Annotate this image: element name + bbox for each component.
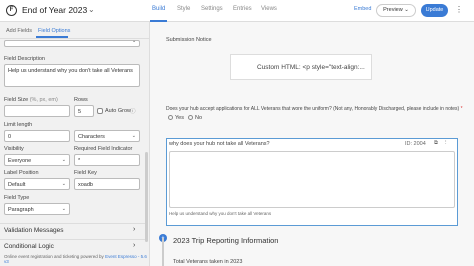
- question-text: Does your hub accept applications for AL…: [166, 106, 460, 112]
- chevron-down-icon: ⌄: [61, 206, 66, 212]
- required-indicator-label: Required Field Indicator: [74, 146, 133, 152]
- next-field-label: Total Veterans taken in 2023: [173, 259, 243, 265]
- footer-prefix: Online event registration and ticketing …: [4, 254, 104, 259]
- label-position-select[interactable]: Default ⌄: [4, 178, 70, 190]
- title-dropdown-chevron-icon[interactable]: ⌄: [88, 5, 95, 14]
- limit-length-label: Limit length: [4, 122, 33, 128]
- divider: [0, 223, 145, 224]
- tab-entries[interactable]: Entries: [233, 6, 252, 12]
- field-key-label: Field Key: [74, 170, 97, 176]
- sidebar-scrollbar[interactable]: [145, 152, 148, 242]
- more-options-icon[interactable]: ⋮: [455, 5, 463, 14]
- tabs-divider: [0, 38, 150, 39]
- radio-yes-label: Yes: [175, 115, 184, 121]
- chevron-down-icon: ⌄: [61, 157, 66, 163]
- field-id-label: ID: 2004: [405, 141, 426, 147]
- limit-unit-value: Characters: [78, 134, 105, 140]
- required-indicator-input[interactable]: *: [74, 154, 140, 166]
- field-key-input[interactable]: xoadb: [74, 178, 140, 190]
- tab-views[interactable]: Views: [261, 6, 277, 12]
- chevron-right-icon[interactable]: ›: [133, 242, 135, 249]
- visibility-select[interactable]: Everyone ⌄: [4, 154, 70, 166]
- field-size-label: Field Size (%, px, em): [4, 97, 58, 103]
- question-label: Does your hub accept applications for AL…: [166, 106, 466, 112]
- radio-no-label: No: [195, 115, 203, 121]
- top-bar: F End of Year 2023 ⌄ Build Style Setting…: [0, 0, 474, 22]
- embed-button[interactable]: Embed: [354, 6, 371, 12]
- visibility-value: Everyone: [8, 158, 32, 164]
- form-title[interactable]: End of Year 2023: [22, 5, 87, 15]
- limit-unit-select[interactable]: Characters ⌄: [74, 130, 140, 142]
- preview-button[interactable]: Preview ⌄: [376, 4, 416, 17]
- auto-grow-label: Auto Grow: [105, 108, 131, 114]
- update-button[interactable]: Update: [421, 4, 448, 17]
- previous-input-bottom[interactable]: [4, 40, 140, 47]
- limit-length-input[interactable]: 0: [4, 130, 70, 142]
- conditional-logic-section[interactable]: Conditional Logic: [4, 243, 54, 250]
- field-type-label: Field Type: [4, 195, 30, 201]
- chevron-down-icon: ⌄: [131, 133, 136, 139]
- field-size-input[interactable]: [4, 105, 70, 117]
- tab-field-options[interactable]: Field Options: [38, 28, 70, 34]
- field-description-label: Field Description: [4, 56, 45, 62]
- chevron-down-icon: ⌄: [132, 38, 137, 44]
- field-more-icon[interactable]: ⋮: [443, 140, 449, 146]
- divider: [0, 239, 145, 240]
- visibility-label: Visibility: [4, 146, 24, 152]
- rows-label: Rows: [74, 97, 88, 103]
- field-type-select[interactable]: Paragraph ⌄: [4, 203, 70, 215]
- footer-text: Online event registration and ticketing …: [4, 254, 149, 264]
- chevron-down-icon: ⌄: [61, 181, 66, 187]
- tab-build[interactable]: Build: [152, 6, 165, 12]
- duplicate-icon[interactable]: ⧉: [434, 140, 438, 147]
- radio-no[interactable]: [188, 115, 193, 121]
- required-mark: *: [460, 106, 463, 112]
- field-description-textarea[interactable]: Help us understand why you don't take al…: [4, 64, 140, 87]
- selected-paragraph-field[interactable]: why does your hub not take all Veterans?…: [166, 138, 458, 226]
- label-position-value: Default: [8, 182, 26, 188]
- field-type-value: Paragraph: [8, 207, 34, 213]
- rows-input[interactable]: 5: [74, 105, 94, 117]
- chevron-right-icon[interactable]: ›: [133, 226, 135, 233]
- field-size-label-text: Field Size: [4, 97, 29, 103]
- label-position-label: Label Position: [4, 170, 39, 176]
- radio-yes[interactable]: [168, 115, 173, 121]
- tab-add-fields[interactable]: Add Fields: [6, 28, 32, 34]
- preview-label: Preview: [383, 7, 403, 13]
- submission-notice-heading: Submission Notice: [166, 37, 212, 43]
- radio-yes-option[interactable]: Yes: [168, 115, 184, 121]
- field-size-hint: (%, px, em): [29, 97, 58, 103]
- validation-messages-section[interactable]: Validation Messages: [4, 227, 64, 234]
- auto-grow-checkbox[interactable]: [97, 108, 103, 114]
- custom-html-field[interactable]: Custom HTML: <p style="text-align:...: [230, 54, 372, 80]
- tab-settings[interactable]: Settings: [201, 6, 223, 12]
- custom-html-text: Custom HTML: <p style="text-align:...: [257, 64, 365, 71]
- info-icon: ⓘ: [130, 109, 136, 115]
- field-help-text: Help us understand why you don't take al…: [169, 211, 272, 216]
- section-timeline: [162, 238, 164, 266]
- form-canvas: Submission Notice Custom HTML: <p style=…: [150, 22, 474, 266]
- section-heading: 2023 Trip Reporting Information: [173, 236, 279, 245]
- paragraph-textarea[interactable]: [169, 151, 455, 208]
- selected-field-label: why does your hub not take all Veterans?: [169, 141, 270, 147]
- tab-style[interactable]: Style: [177, 6, 190, 12]
- field-options-sidebar: Add Fields Field Options ⌄ Field Descrip…: [0, 22, 150, 266]
- formidable-logo-icon[interactable]: F: [6, 5, 17, 16]
- radio-no-option[interactable]: No: [188, 115, 202, 121]
